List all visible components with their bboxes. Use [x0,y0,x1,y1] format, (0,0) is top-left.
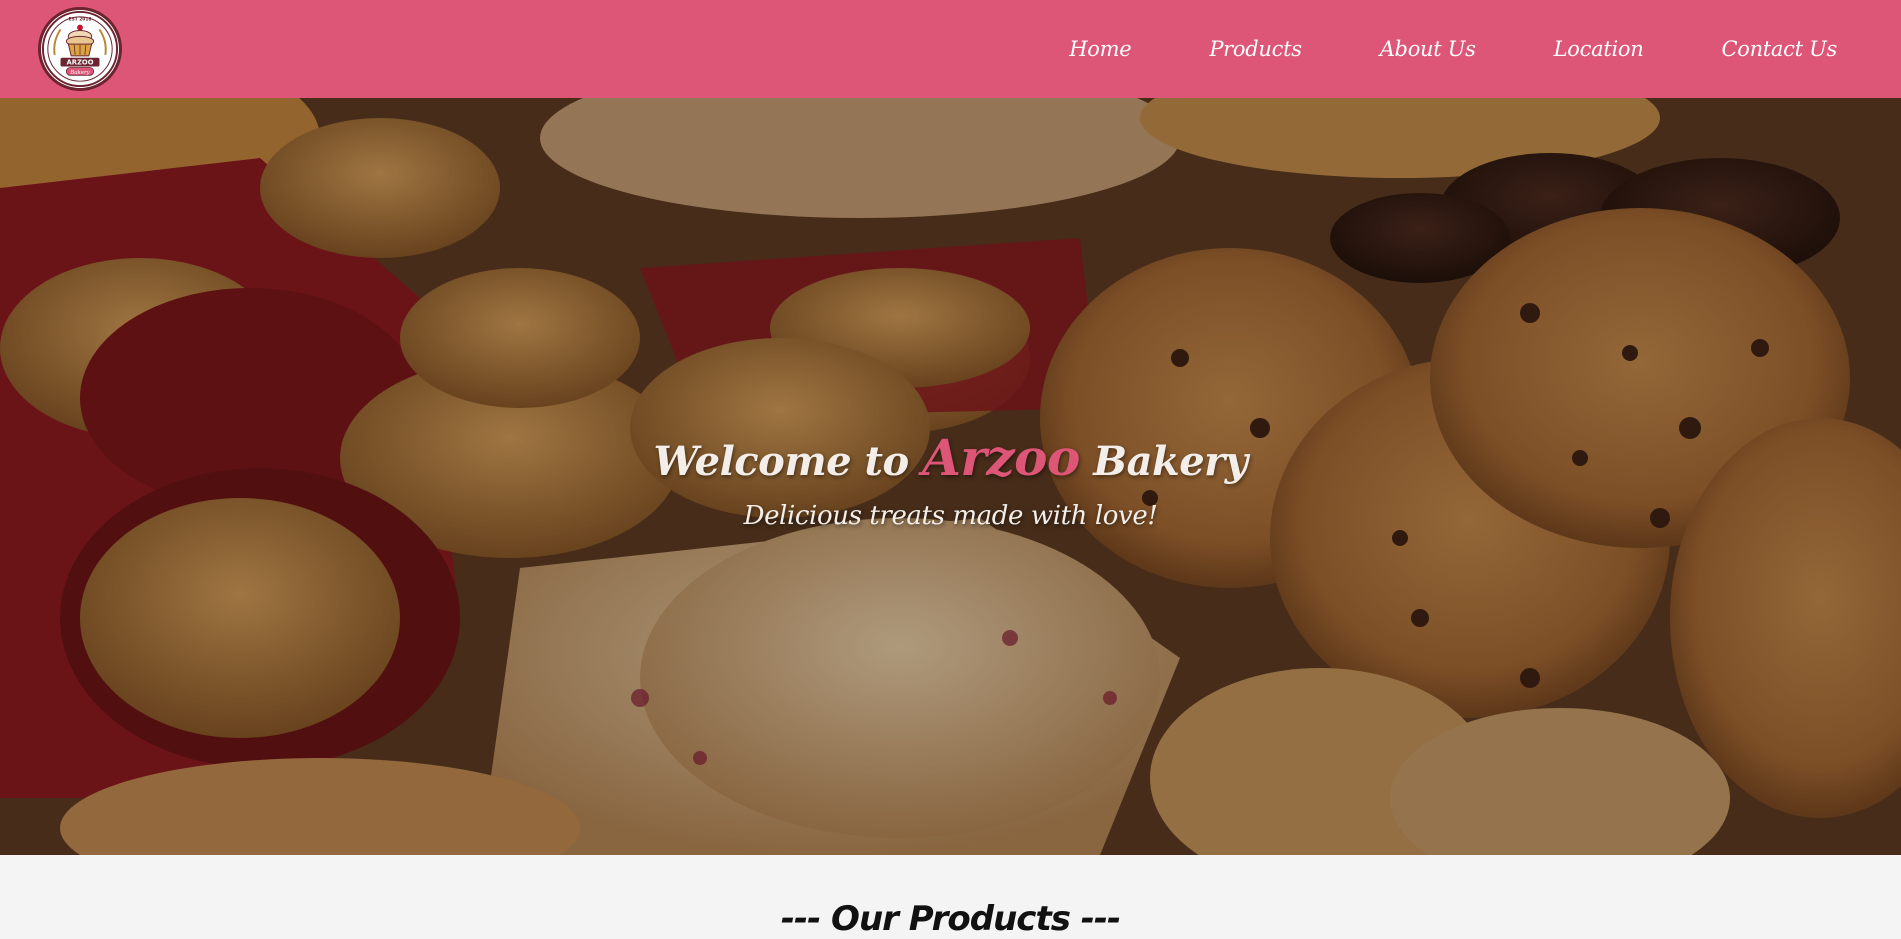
main-nav: Home Products About Us Location Contact … [991,37,1837,61]
nav-products-link[interactable]: Products [1209,37,1302,61]
products-heading: --- Our Products --- [780,899,1121,939]
hero-brand-name: Arzoo [922,428,1080,487]
logo-sub-text: Bakery [69,70,90,76]
nav-home-link[interactable]: Home [1069,37,1131,61]
hero-subtitle: Delicious treats made with love! [743,501,1158,531]
products-section: --- Our Products --- [0,855,1901,939]
navbar: EST 2018 ARZOO Bakery Home Products Abou… [0,0,1901,98]
hero-title: Welcome to Arzoo Bakery [0,428,1901,487]
cupcake-logo-icon: EST 2018 ARZOO Bakery [41,10,119,88]
hero-section: Welcome to Arzoo Bakery Delicious treats… [0,98,1901,855]
nav-contact-link[interactable]: Contact Us [1721,37,1837,61]
hero-title-suffix: Bakery [1079,438,1248,485]
nav-about-link[interactable]: About Us [1380,37,1476,61]
hero-title-prefix: Welcome to [653,438,923,485]
nav-location-link[interactable]: Location [1554,37,1644,61]
hero-content: Welcome to Arzoo Bakery Delicious treats… [0,428,1901,531]
bakery-logo[interactable]: EST 2018 ARZOO Bakery [38,7,122,91]
logo-name-text: ARZOO [66,59,93,67]
logo-est-text: EST 2018 [69,17,92,23]
